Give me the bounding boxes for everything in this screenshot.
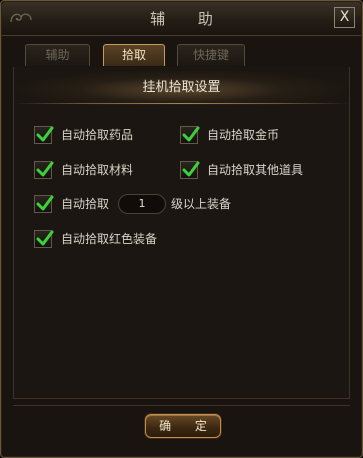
title-bar[interactable]: 辅 助 X [2,2,361,36]
footer-divider [13,405,350,406]
section-title: 挂机拾取设置 [13,71,350,105]
pick-level-equipment-checkbox[interactable] [34,195,54,213]
checkmark-icon [182,126,200,142]
checkmark-icon [36,161,54,177]
tab-hotkeys[interactable]: 快捷键 [177,44,245,66]
close-icon: X [339,9,350,25]
confirm-button[interactable]: 确 定 [145,414,221,438]
checkmark-icon [36,230,54,246]
pick-medicine-label: 自动拾取药品 [61,128,134,142]
checkmark-icon [36,195,54,211]
tab-strip: 辅助 拾取 快捷键 [13,35,350,68]
pickup-settings-dialog: 辅 助 X 辅助 拾取 快捷键 挂机拾取设置 自动拾取药品 自动拾取金币 自动拾… [0,0,363,458]
pick-other-items-checkbox[interactable] [180,161,200,179]
equipment-level-suffix: 级以上装备 [171,197,232,211]
pick-red-equipment-checkbox[interactable] [34,230,54,248]
pick-materials-checkbox[interactable] [34,161,54,179]
pick-red-equipment-label: 自动拾取红色装备 [61,232,158,246]
tab-pickup[interactable]: 拾取 [103,44,165,66]
pick-medicine-checkbox[interactable] [34,126,54,144]
checkmark-icon [36,126,54,142]
pick-materials-label: 自动拾取材料 [61,163,134,177]
equipment-level-input[interactable]: 1 [118,194,166,214]
checkmark-icon [182,161,200,177]
pick-gold-checkbox[interactable] [180,126,200,144]
tab-assist[interactable]: 辅助 [25,44,90,66]
dialog-title: 辅 助 [150,10,227,28]
pick-level-equipment-label: 自动拾取 [61,197,110,211]
section-divider [13,103,350,104]
close-button[interactable]: X [334,7,355,28]
pick-gold-label: 自动拾取金币 [207,128,280,142]
pick-other-items-label: 自动拾取其他道具 [207,163,304,177]
